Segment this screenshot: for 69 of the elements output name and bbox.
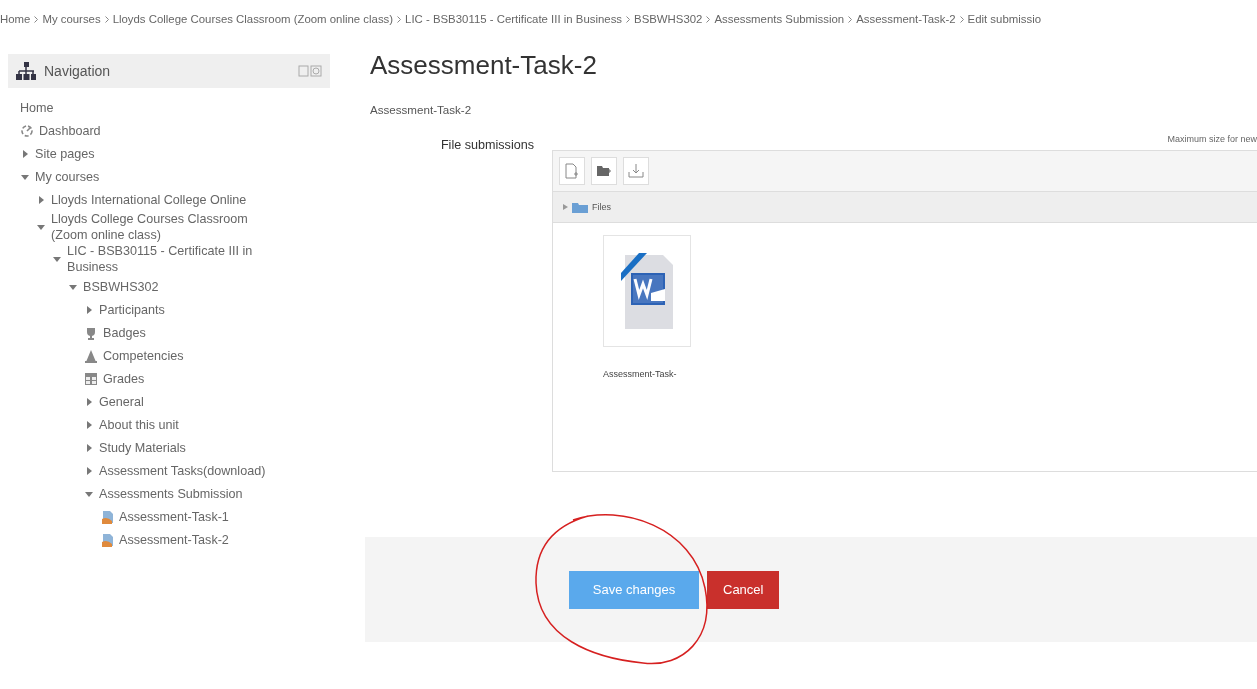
folder-path-link[interactable]: Files — [592, 202, 611, 212]
folder-icon — [572, 201, 588, 213]
breadcrumb-link[interactable]: LIC - BSB30115 - Certificate III in Business — [405, 13, 623, 25]
nav-item[interactable]: Assessment-Task-1 — [119, 508, 229, 525]
nav-item[interactable]: BSBWHS302 — [83, 278, 159, 295]
sitemap-icon — [16, 62, 36, 80]
caret-icon[interactable] — [21, 149, 29, 158]
nav-item[interactable]: Site pages — [35, 145, 95, 162]
caret-icon[interactable] — [85, 397, 93, 406]
breadcrumb-link[interactable]: Assessment-Task-2 — [856, 13, 956, 25]
table-icon — [84, 371, 98, 386]
add-file-icon — [564, 163, 580, 179]
caret-icon[interactable] — [85, 420, 93, 429]
breadcrumb-link[interactable]: Assessments Submission — [714, 13, 845, 25]
block-title: Navigation — [44, 63, 112, 79]
nav-item[interactable]: Competencies — [103, 347, 184, 364]
nav-item[interactable]: General — [99, 393, 144, 410]
chevron-icon — [848, 16, 853, 23]
caret-icon[interactable] — [37, 223, 45, 231]
assignment-description: Assessment-Task-2 — [370, 103, 473, 116]
chevron-icon — [34, 16, 39, 23]
trophy-icon — [84, 325, 98, 340]
breadcrumb-link[interactable]: BSBWHS302 — [634, 13, 703, 25]
breadcrumb-link[interactable]: Home — [0, 13, 31, 25]
caret-icon[interactable] — [53, 255, 61, 263]
dashboard-icon — [20, 123, 34, 138]
nav-item[interactable]: Badges — [103, 324, 146, 341]
nav-item[interactable]: About this unit — [99, 416, 179, 433]
nav-item[interactable]: Assessment Tasks(download) — [99, 462, 266, 479]
nav-item[interactable]: Home — [20, 99, 54, 116]
pyramid-icon — [84, 348, 98, 363]
chevron-icon — [959, 16, 964, 23]
breadcrumb-link[interactable]: Lloyds College Courses Classroom (Zoom online class) — [112, 13, 394, 25]
breadcrumb-link[interactable]: Edit submissio — [967, 13, 1041, 25]
page-title: Assessment-Task-2 — [370, 50, 598, 81]
chevron-icon — [626, 16, 631, 23]
folder-icon — [596, 163, 612, 179]
caret-icon[interactable] — [85, 466, 93, 475]
caret-icon[interactable] — [85, 443, 93, 452]
nav-item[interactable]: My courses — [35, 168, 100, 185]
caret-icon[interactable] — [21, 172, 29, 181]
nav-item[interactable]: Grades — [103, 370, 145, 387]
nav-item[interactable]: Assessment-Task-2 — [119, 531, 229, 548]
nav-item[interactable]: Lloyds International College Online — [51, 191, 247, 208]
field-label: File submissions — [440, 138, 534, 152]
cancel-button[interactable]: Cancel — [707, 570, 780, 609]
caret-icon[interactable] — [563, 204, 568, 210]
nav-item[interactable]: LIC - BSB30115 - Certificate III in Business — [67, 243, 270, 275]
nav-item[interactable]: Lloyds College Courses Classroom (Zoom online class) — [51, 211, 270, 243]
assignment-icon — [100, 509, 114, 524]
breadcrumb-link[interactable]: My courses — [42, 13, 101, 25]
chevron-icon — [706, 16, 711, 23]
chevron-icon — [397, 16, 402, 23]
caret-icon[interactable] — [85, 489, 93, 498]
chevron-icon — [104, 16, 109, 23]
max-size-note: Maximum size for new — [1167, 134, 1257, 144]
caret-icon[interactable] — [69, 282, 77, 291]
download-icon — [628, 163, 644, 179]
word-document-icon — [619, 251, 675, 331]
file-tile[interactable] — [603, 235, 691, 347]
create-folder-button[interactable] — [591, 157, 617, 185]
nav-item[interactable]: Study Materials — [99, 439, 186, 456]
nav-item[interactable]: Dashboard — [39, 122, 101, 139]
caret-icon[interactable] — [37, 195, 45, 204]
assignment-icon — [100, 532, 114, 547]
file-name: Assessment-Task- — [603, 369, 677, 379]
nav-item[interactable]: Participants — [99, 301, 165, 318]
nav-item[interactable]: Assessments Submission — [99, 485, 243, 502]
caret-icon[interactable] — [85, 305, 93, 314]
